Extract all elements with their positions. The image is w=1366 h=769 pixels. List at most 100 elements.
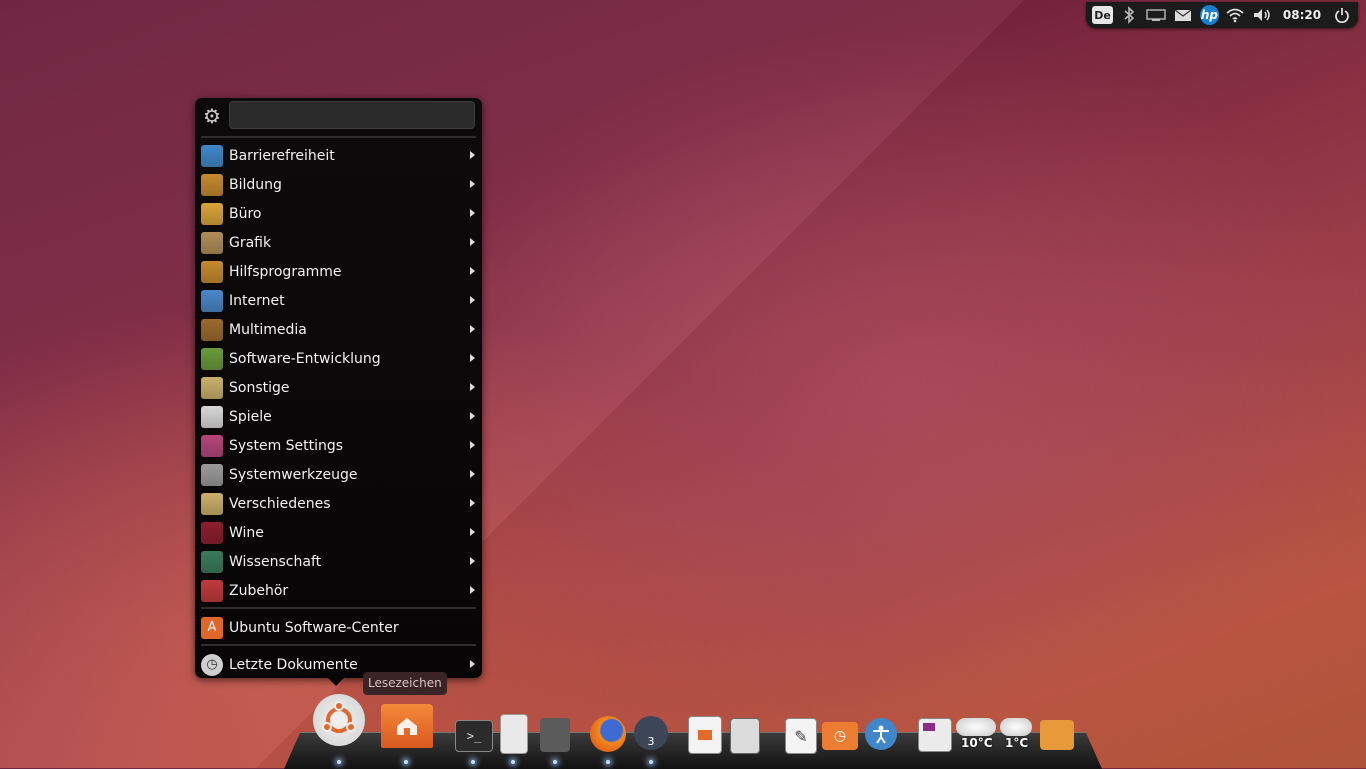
submenu-arrow-icon <box>470 209 475 217</box>
submenu-arrow-icon <box>470 499 475 507</box>
separator <box>201 607 476 609</box>
menu-category-wine[interactable]: Wine <box>195 518 482 547</box>
other-icon <box>201 376 223 399</box>
menu-category-büro[interactable]: Büro <box>195 199 482 228</box>
submenu-arrow-icon <box>470 660 475 668</box>
recent-documents-icon: ◷ <box>201 653 223 676</box>
weather-temp-1: 10°C <box>961 736 993 750</box>
menu-category-wissenschaft[interactable]: Wissenschaft <box>195 547 482 576</box>
files-folder-icon[interactable] <box>1040 720 1074 750</box>
application-menu: ⚙ Barrierefreiheit Bildung Büro Grafik Hilfs… <box>195 98 482 686</box>
menu-item-label: Wine <box>229 524 264 541</box>
mail-icon[interactable] <box>1173 5 1194 25</box>
science-icon <box>201 550 223 573</box>
globe-icon <box>201 289 223 312</box>
running-indicator <box>404 760 408 764</box>
accessories-icon <box>201 579 223 602</box>
menu-item-label: Zubehör <box>229 582 289 599</box>
accessibility-dock-icon[interactable] <box>865 718 897 750</box>
submenu-arrow-icon <box>470 557 475 565</box>
backup-folder-icon[interactable]: ◷ <box>822 722 858 750</box>
office-icon <box>201 202 223 225</box>
clock[interactable]: 08:20 <box>1283 8 1321 22</box>
gear-icon <box>201 463 223 486</box>
menu-category-software-entwicklung[interactable]: Software-Entwicklung <box>195 344 482 373</box>
chat-badge: 3 <box>647 735 655 748</box>
running-indicator <box>337 760 341 764</box>
bluetooth-icon[interactable] <box>1119 5 1140 25</box>
running-indicator <box>511 760 515 764</box>
menu-item-label: Büro <box>229 205 262 222</box>
submenu-arrow-icon <box>470 151 475 159</box>
menu-item-label: Internet <box>229 292 285 309</box>
text-editor-icon[interactable]: ✎ <box>785 718 817 754</box>
menu-item-label: Verschiedenes <box>229 495 331 512</box>
running-indicator <box>606 760 610 764</box>
calculator-icon[interactable] <box>730 718 760 754</box>
firefox-icon[interactable] <box>590 716 626 752</box>
menu-item-label: System Settings <box>229 437 344 454</box>
menu-item-label: Multimedia <box>229 321 307 338</box>
menu-category-hilfsprogramme[interactable]: Hilfsprogramme <box>195 257 482 286</box>
menu-item-software-center[interactable]: A Ubuntu Software-Center <box>195 613 482 642</box>
calculator-gray-icon[interactable] <box>540 718 570 752</box>
menu-category-grafik[interactable]: Grafik <box>195 228 482 257</box>
display-icon[interactable] <box>1146 5 1167 25</box>
submenu-arrow-icon <box>470 412 475 420</box>
home-folder-icon[interactable] <box>381 704 433 748</box>
submenu-arrow-icon <box>470 528 475 536</box>
system-tray: De hp 08:20 <box>1086 2 1358 28</box>
menu-category-sonstige[interactable]: Sonstige <box>195 373 482 402</box>
menu-category-bildung[interactable]: Bildung <box>195 170 482 199</box>
submenu-arrow-icon <box>470 586 475 594</box>
submenu-arrow-icon <box>470 325 475 333</box>
weather-cloud-icon[interactable] <box>956 718 996 736</box>
menu-category-system-settings[interactable]: System Settings <box>195 431 482 460</box>
menu-category-systemwerkzeuge[interactable]: Systemwerkzeuge <box>195 460 482 489</box>
games-icon <box>201 405 223 428</box>
menu-category-multimedia[interactable]: Multimedia <box>195 315 482 344</box>
libreoffice-impress-icon[interactable] <box>688 716 722 754</box>
submenu-arrow-icon <box>470 470 475 478</box>
submenu-arrow-icon <box>470 441 475 449</box>
menu-item-label: Hilfsprogramme <box>229 263 342 280</box>
volume-icon[interactable] <box>1252 5 1273 25</box>
running-indicator <box>649 760 653 764</box>
dock-tooltip: Lesezeichen <box>363 672 447 695</box>
archive-manager-icon[interactable] <box>500 714 528 754</box>
menu-item-label: Barrierefreiheit <box>229 147 335 164</box>
power-icon[interactable] <box>1331 5 1352 25</box>
weather-snow-icon[interactable] <box>1000 718 1032 736</box>
weather-temp-2: 1°C <box>1005 736 1029 750</box>
submenu-arrow-icon <box>470 267 475 275</box>
ubuntu-menu-icon[interactable] <box>313 694 365 746</box>
running-indicator <box>553 760 557 764</box>
menu-category-zubehör[interactable]: Zubehör <box>195 576 482 605</box>
terminal-icon[interactable]: >_ <box>455 720 493 752</box>
search-input[interactable] <box>229 101 475 129</box>
utilities-icon <box>201 260 223 283</box>
menu-item-label: Bildung <box>229 176 282 193</box>
submenu-arrow-icon <box>470 238 475 246</box>
menu-item-label: Letzte Dokumente <box>229 656 358 673</box>
menu-category-verschiedenes[interactable]: Verschiedenes <box>195 489 482 518</box>
menu-item-label: Spiele <box>229 408 272 425</box>
keyboard-layout-indicator[interactable]: De <box>1092 6 1113 24</box>
system-monitor-icon[interactable] <box>918 718 952 752</box>
menu-category-internet[interactable]: Internet <box>195 286 482 315</box>
menu-category-spiele[interactable]: Spiele <box>195 402 482 431</box>
misc-icon <box>201 492 223 515</box>
multimedia-icon <box>201 318 223 341</box>
running-indicator <box>471 760 475 764</box>
wifi-icon[interactable] <box>1225 5 1246 25</box>
submenu-arrow-icon <box>470 354 475 362</box>
wine-glass-icon <box>201 521 223 544</box>
chat-client-icon[interactable]: 3 <box>634 716 668 750</box>
settings-icon <box>201 434 223 457</box>
hp-printer-icon[interactable]: hp <box>1199 5 1219 25</box>
menu-item-label: Grafik <box>229 234 272 251</box>
menu-category-barrierefreiheit[interactable]: Barrierefreiheit <box>195 141 482 170</box>
software-center-icon: A <box>201 616 223 639</box>
menu-item-label: Systemwerkzeuge <box>229 466 358 483</box>
development-icon <box>201 347 223 370</box>
